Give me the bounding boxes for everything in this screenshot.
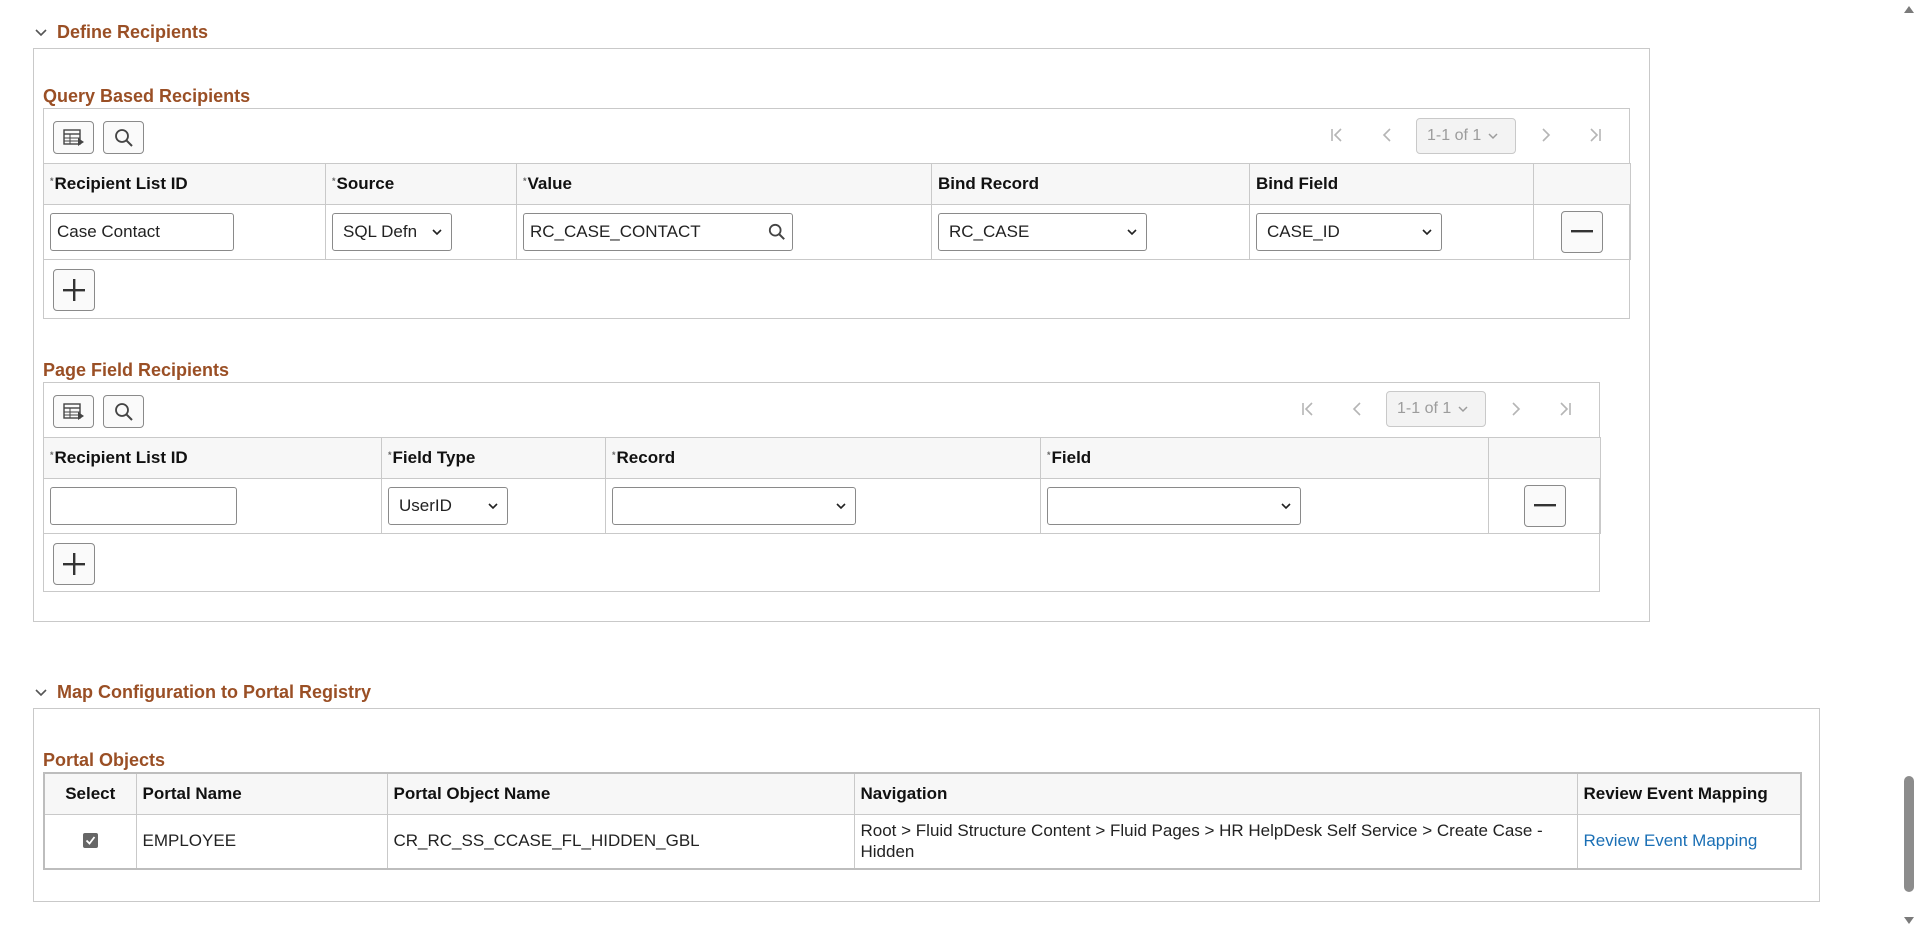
query-pager-select[interactable]: 1-1 of 1 xyxy=(1416,118,1516,154)
col-portal-object-name: Portal Object Name xyxy=(386,772,855,815)
portal-registry-header[interactable]: Map Configuration to Portal Registry xyxy=(33,682,371,703)
chevron-down-icon xyxy=(836,503,846,510)
plus-icon xyxy=(63,553,85,575)
vertical-scrollbar[interactable] xyxy=(1898,0,1920,933)
col-source: *Source xyxy=(325,163,517,205)
scroll-up-arrow-icon[interactable] xyxy=(1903,4,1915,14)
field-type-value: UserID xyxy=(399,496,452,515)
grid-settings-icon xyxy=(62,128,84,146)
find-in-grid-button[interactable] xyxy=(103,121,144,154)
table-header-row: *Recipient List ID *Source *Value Bind R… xyxy=(43,163,1631,205)
find-in-grid-button[interactable] xyxy=(103,395,144,428)
bind-field-value: CASE_ID xyxy=(1267,222,1340,241)
page-field-title: Page Field Recipients xyxy=(43,360,230,380)
table-row: Case Contact SQL Defn RC_CASE_CONTACT RC… xyxy=(43,204,1631,260)
delete-row-button[interactable] xyxy=(1561,211,1603,253)
col-select: Select xyxy=(43,772,137,815)
define-recipients-title: Define Recipients xyxy=(57,22,209,42)
portal-objects-title: Portal Objects xyxy=(43,750,166,770)
col-actions xyxy=(1488,437,1601,479)
record-select[interactable] xyxy=(612,487,856,525)
next-page-icon[interactable] xyxy=(1534,123,1558,147)
navigation-cell: Root > Fluid Structure Content > Fluid P… xyxy=(853,813,1578,870)
col-portal-name: Portal Name xyxy=(135,772,388,815)
value-text: RC_CASE_CONTACT xyxy=(530,222,701,241)
col-navigation: Navigation xyxy=(853,772,1578,815)
table-header-row: *Recipient List ID *Field Type *Record *… xyxy=(43,437,1601,479)
personalize-grid-button[interactable] xyxy=(53,121,94,154)
chevron-down-icon xyxy=(1488,133,1498,140)
field-select[interactable] xyxy=(1047,487,1301,525)
chevron-down-icon xyxy=(1127,229,1137,236)
portal-objects-table: Select Portal Name Portal Object Name Na… xyxy=(43,772,1802,870)
col-bind-record: Bind Record xyxy=(931,163,1250,205)
next-page-icon[interactable] xyxy=(1504,397,1528,421)
chevron-down-icon xyxy=(1281,503,1291,510)
chevron-down-icon xyxy=(1458,406,1468,413)
previous-page-icon[interactable] xyxy=(1375,123,1399,147)
bind-field-select[interactable]: CASE_ID xyxy=(1256,213,1442,251)
last-page-icon[interactable] xyxy=(1583,123,1607,147)
minus-icon xyxy=(1533,504,1556,507)
bind-record-value: RC_CASE xyxy=(949,222,1030,241)
field-type-select[interactable]: UserID xyxy=(388,487,508,525)
col-recipient-list-id: *Recipient List ID xyxy=(43,163,326,205)
col-actions xyxy=(1533,163,1631,205)
select-checkbox[interactable] xyxy=(82,833,98,849)
portal-registry-title: Map Configuration to Portal Registry xyxy=(57,682,372,702)
portal-object-name-cell: CR_RC_SS_CCASE_FL_HIDDEN_GBL xyxy=(386,813,855,870)
search-icon xyxy=(114,402,133,421)
col-value: *Value xyxy=(516,163,932,205)
first-page-icon[interactable] xyxy=(1296,397,1320,421)
bind-record-select[interactable]: RC_CASE xyxy=(938,213,1147,251)
page-field-table: *Recipient List ID *Field Type *Record *… xyxy=(43,437,1601,534)
col-record: *Record xyxy=(605,437,1041,479)
lookup-search-icon[interactable] xyxy=(768,223,786,241)
search-icon xyxy=(114,128,133,147)
first-page-icon[interactable] xyxy=(1325,123,1349,147)
minus-icon xyxy=(1571,230,1593,233)
chevron-down-icon xyxy=(1422,229,1432,236)
query-pager-text: 1-1 of 1 xyxy=(1427,127,1482,144)
plus-icon xyxy=(63,279,85,301)
scrollbar-thumb[interactable] xyxy=(1904,776,1914,892)
add-row-button[interactable] xyxy=(53,269,95,311)
table-row: UserID xyxy=(43,478,1601,534)
portal-name-cell: EMPLOYEE xyxy=(135,813,388,870)
scroll-down-arrow-icon[interactable] xyxy=(1903,916,1915,926)
define-recipients-header[interactable]: Define Recipients xyxy=(33,22,208,43)
page-field-pager-select[interactable]: 1-1 of 1 xyxy=(1386,391,1486,427)
chevron-down-icon xyxy=(488,503,498,510)
grid-settings-icon xyxy=(62,402,84,420)
table-row: EMPLOYEE CR_RC_SS_CCASE_FL_HIDDEN_GBL Ro… xyxy=(43,813,1802,870)
recipient-list-id-input[interactable]: Case Contact xyxy=(50,213,234,251)
source-select[interactable]: SQL Defn xyxy=(332,213,452,251)
personalize-grid-button[interactable] xyxy=(53,395,94,428)
query-based-table: *Recipient List ID *Source *Value Bind R… xyxy=(43,163,1631,260)
value-input[interactable]: RC_CASE_CONTACT xyxy=(523,213,793,251)
checkmark-icon xyxy=(85,836,95,846)
col-recipient-list-id: *Recipient List ID xyxy=(43,437,382,479)
chevron-down-icon xyxy=(35,28,47,36)
col-field: *Field xyxy=(1040,437,1489,479)
col-field-type: *Field Type xyxy=(381,437,606,479)
delete-row-button[interactable] xyxy=(1523,485,1566,527)
last-page-icon[interactable] xyxy=(1553,397,1577,421)
page-field-recipient-list-id-input[interactable] xyxy=(50,487,237,525)
chevron-down-icon xyxy=(35,688,47,696)
previous-page-icon[interactable] xyxy=(1345,397,1369,421)
chevron-down-icon xyxy=(432,229,442,236)
review-event-mapping-link[interactable]: Review Event Mapping xyxy=(1584,831,1758,850)
table-header-row: Select Portal Name Portal Object Name Na… xyxy=(43,772,1802,815)
col-bind-field: Bind Field xyxy=(1249,163,1534,205)
page-field-pager-text: 1-1 of 1 xyxy=(1397,400,1452,417)
add-row-button[interactable] xyxy=(53,543,95,585)
query-based-title: Query Based Recipients xyxy=(43,86,251,106)
source-value: SQL Defn xyxy=(343,222,418,241)
col-review-event-mapping: Review Event Mapping xyxy=(1576,772,1802,815)
